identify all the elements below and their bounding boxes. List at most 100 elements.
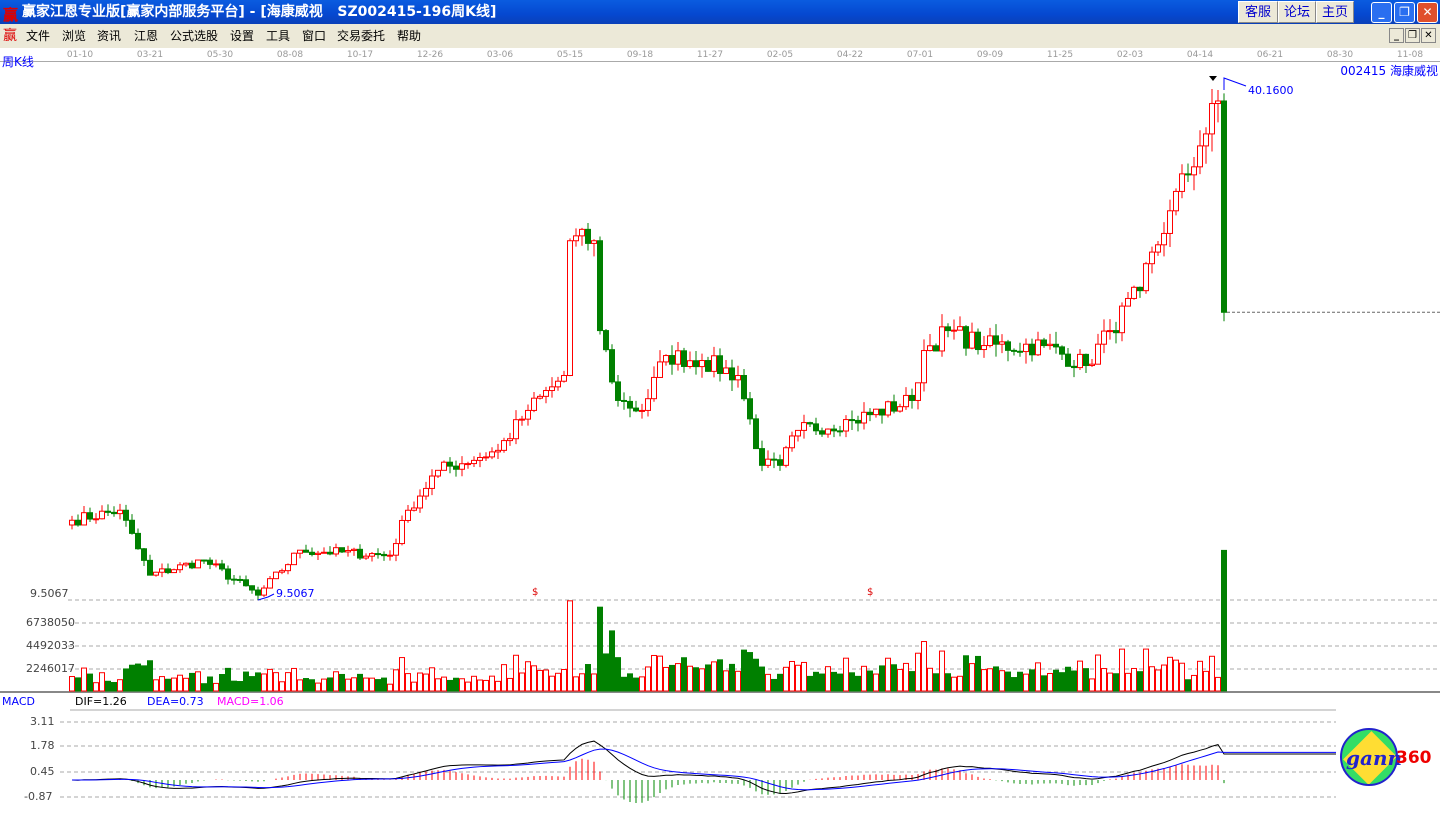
volume-bar bbox=[795, 664, 801, 692]
volume-bar bbox=[435, 678, 441, 692]
volume-bar bbox=[993, 666, 999, 692]
candle-body bbox=[399, 519, 405, 545]
candle-body bbox=[1149, 251, 1155, 265]
volume-bar bbox=[729, 663, 735, 692]
macd-axis-label: 3.11 bbox=[30, 715, 55, 728]
candle-body bbox=[585, 228, 591, 244]
volume-bar bbox=[207, 676, 213, 692]
volume-bar bbox=[765, 673, 771, 692]
candle-body bbox=[1065, 353, 1071, 367]
candle-body bbox=[1125, 297, 1131, 307]
macd-axis-label: 1.78 bbox=[30, 739, 55, 752]
volume-bar bbox=[693, 667, 699, 692]
volume-bar bbox=[195, 671, 201, 692]
candle-body bbox=[987, 335, 993, 347]
volume-bar bbox=[273, 672, 279, 692]
volume-bar bbox=[297, 679, 303, 692]
volume-bar bbox=[339, 673, 345, 692]
candle-body bbox=[825, 428, 831, 435]
candle-body bbox=[639, 409, 645, 412]
candle-body bbox=[393, 543, 399, 556]
candle-body bbox=[243, 579, 249, 587]
volume-bar bbox=[357, 673, 363, 692]
candle-body bbox=[537, 395, 543, 399]
candle-body bbox=[1137, 286, 1143, 292]
candle-body bbox=[435, 469, 441, 477]
volume-bar bbox=[981, 669, 987, 692]
volume-bar bbox=[171, 677, 177, 692]
candle-body bbox=[309, 551, 315, 555]
candle-body bbox=[405, 509, 411, 521]
candle-body bbox=[651, 376, 657, 400]
candle-body bbox=[957, 326, 963, 331]
candle-body bbox=[729, 367, 735, 381]
kline-chart[interactable] bbox=[0, 0, 1440, 818]
volume-bar bbox=[285, 672, 291, 692]
candle-body bbox=[1221, 100, 1227, 313]
candle-body bbox=[315, 552, 321, 555]
dea-value: DEA=0.73 bbox=[147, 695, 204, 708]
candle-body bbox=[1179, 173, 1185, 192]
candle-body bbox=[555, 380, 561, 388]
candle-body bbox=[849, 419, 855, 422]
volume-bar bbox=[663, 666, 669, 692]
candle-body bbox=[687, 360, 693, 367]
volume-bar bbox=[1209, 655, 1215, 692]
volume-bar bbox=[489, 675, 495, 692]
volume-bar bbox=[633, 677, 639, 692]
volume-bar bbox=[687, 665, 693, 692]
volume-bar bbox=[375, 679, 381, 692]
volume-bar bbox=[441, 676, 447, 692]
volume-bar bbox=[483, 679, 489, 692]
candle-body bbox=[759, 448, 765, 466]
volume-bar bbox=[597, 606, 603, 692]
event-marker: $ bbox=[867, 587, 874, 598]
candle-body bbox=[1155, 244, 1161, 253]
candle-body bbox=[141, 548, 147, 561]
candle-body bbox=[543, 390, 549, 397]
volume-bar bbox=[717, 659, 723, 692]
candle-body bbox=[831, 428, 837, 432]
volume-bar bbox=[927, 667, 933, 692]
candle-body bbox=[453, 465, 459, 470]
volume-bar bbox=[1113, 673, 1119, 692]
volume-bar bbox=[1011, 677, 1017, 692]
volume-bar bbox=[945, 673, 951, 692]
candle-body bbox=[621, 399, 627, 402]
candle-body bbox=[375, 553, 381, 556]
volume-bar bbox=[891, 664, 897, 692]
candle-body bbox=[597, 240, 603, 332]
candle-body bbox=[237, 578, 243, 581]
volume-bar bbox=[1119, 648, 1125, 692]
volume-bar bbox=[735, 670, 741, 692]
price-axis-low: 9.5067 bbox=[30, 587, 69, 600]
candle-body bbox=[159, 568, 165, 573]
candle-body bbox=[201, 559, 207, 562]
candle-body bbox=[1071, 365, 1077, 369]
candle-body bbox=[357, 548, 363, 559]
candle-body bbox=[885, 401, 891, 416]
volume-bar bbox=[219, 674, 225, 692]
volume-bar bbox=[807, 675, 813, 692]
candle-body bbox=[429, 475, 435, 489]
candle-body bbox=[1029, 343, 1035, 356]
volume-bar bbox=[555, 672, 561, 692]
candle-body bbox=[147, 559, 153, 576]
volume-bar bbox=[525, 661, 531, 692]
volume-bar bbox=[159, 676, 165, 692]
candle-body bbox=[663, 355, 669, 363]
candle-body bbox=[171, 569, 177, 574]
candle-body bbox=[87, 512, 93, 520]
volume-bar bbox=[783, 666, 789, 692]
volume-bar bbox=[1161, 664, 1167, 692]
candle-body bbox=[933, 345, 939, 352]
volume-bar bbox=[447, 679, 453, 692]
macd-value: MACD=1.06 bbox=[217, 695, 284, 708]
volume-bar bbox=[1149, 666, 1155, 692]
candle-body bbox=[123, 509, 129, 521]
volume-bar bbox=[501, 664, 507, 692]
candle-body bbox=[93, 518, 99, 521]
candle-body bbox=[1197, 145, 1203, 168]
volume-bar bbox=[1185, 679, 1191, 692]
volume-bar bbox=[1023, 673, 1029, 692]
